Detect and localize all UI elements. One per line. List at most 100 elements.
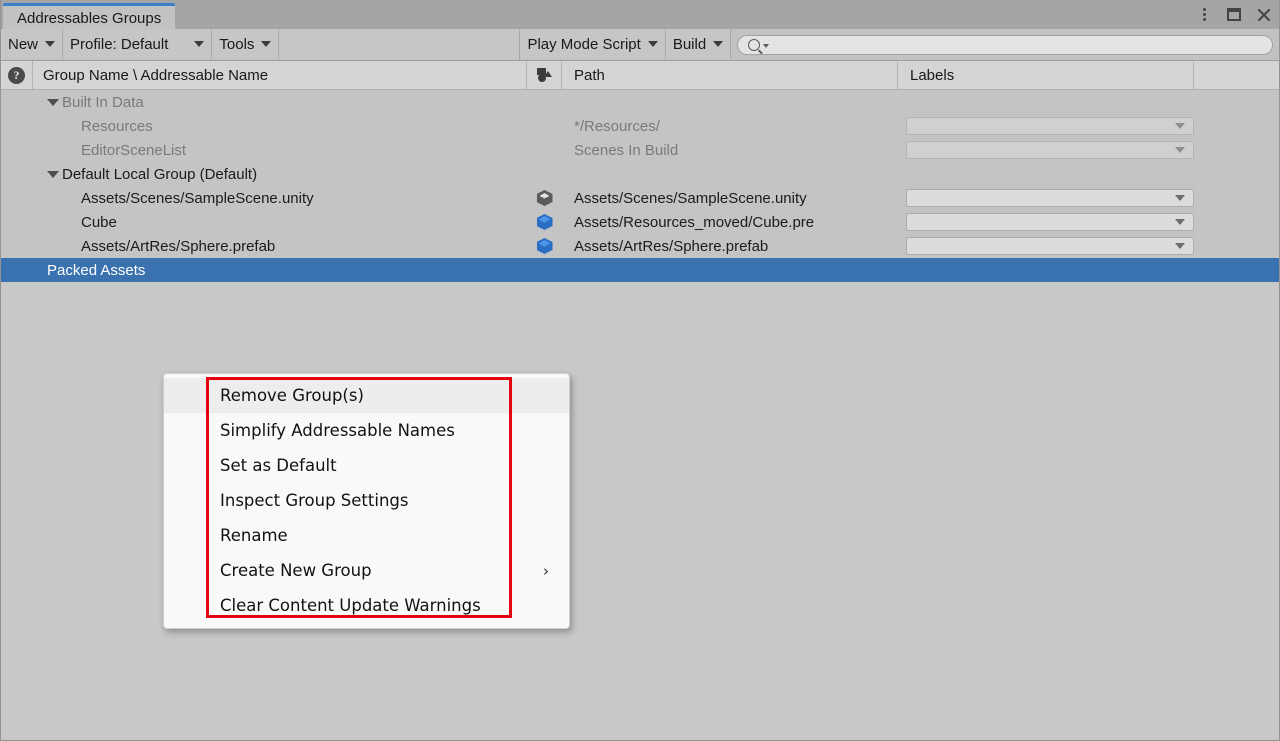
column-labels-label: Labels [910,66,955,84]
row-name: Cube [81,213,117,231]
context-menu-item-simplify-addressable-names[interactable]: Simplify Addressable Names [164,413,569,448]
chevron-down-icon [1175,123,1185,129]
chevron-down-icon [261,41,272,47]
table-row[interactable]: Built In Data [1,90,1279,114]
tools-dropdown-label: Tools [219,35,255,53]
row-name-cell: Resources [1,114,527,138]
column-header: ? Group Name \ Addressable Name Path Lab… [1,61,1279,90]
row-icon-cell [527,186,562,210]
row-icon-cell [527,114,562,138]
row-path-cell: */Resources/ [562,114,898,138]
row-path-cell: Assets/Resources_moved/Cube.pre [562,210,898,234]
labels-dropdown[interactable] [906,237,1194,255]
new-dropdown[interactable]: New [1,29,64,59]
row-path: Assets/ArtRes/Sphere.prefab [574,237,769,255]
row-icon-cell [527,90,562,114]
search-area [731,29,1279,60]
chevron-down-icon [1175,243,1185,249]
table-row[interactable]: Assets/ArtRes/Sphere.prefab Assets/ArtRe… [1,234,1279,258]
row-path: */Resources/ [574,117,660,135]
table-row[interactable]: Default Local Group (Default) [1,162,1279,186]
context-menu: Remove Group(s) Simplify Addressable Nam… [163,373,570,629]
chevron-down-icon [194,41,205,47]
row-name: Resources [81,117,153,135]
context-menu-item-set-as-default[interactable]: Set as Default [164,448,569,483]
expand-triangle-icon[interactable] [47,170,59,178]
play-mode-script-label: Play Mode Script [527,35,641,53]
context-menu-item-label: Create New Group [220,561,372,580]
context-menu-item-inspect-group-settings[interactable]: Inspect Group Settings [164,483,569,518]
addressables-groups-window: Addressables Groups New Profile: Default… [0,0,1280,741]
chevron-down-icon [647,41,658,47]
table-row[interactable]: EditorSceneList Scenes In Build [1,138,1279,162]
row-labels-cell [898,114,1194,138]
row-path-cell: Scenes In Build [562,138,898,162]
context-menu-item-remove-groups[interactable]: Remove Group(s) [164,378,569,413]
search-input[interactable] [737,34,1273,55]
chevron-down-icon [1175,219,1185,225]
tab-addressables-groups[interactable]: Addressables Groups [3,3,176,29]
row-name-cell: Built In Data [1,90,527,114]
bundle-icon [536,68,552,82]
row-path-cell: Assets/Scenes/SampleScene.unity [562,186,898,210]
column-asset-icon[interactable] [527,61,562,89]
maximize-button[interactable] [1225,5,1243,25]
labels-dropdown[interactable] [906,141,1194,159]
help-button[interactable]: ? [1,61,33,89]
labels-dropdown[interactable] [906,213,1194,231]
play-mode-script-dropdown[interactable]: Play Mode Script [520,29,666,59]
row-name: Assets/ArtRes/Sphere.prefab [81,237,276,255]
row-labels-cell [898,234,1194,258]
window-tabstrip: Addressables Groups [1,0,1279,29]
column-path[interactable]: Path [562,61,898,89]
row-name: Built In Data [62,93,144,111]
row-name-cell: EditorSceneList [1,138,527,162]
tree-view: Built In Data Resources */Resources/ Edi… [1,90,1279,722]
context-menu-item-create-new-group[interactable]: Create New Group › [164,553,569,588]
context-menu-item-rename[interactable]: Rename [164,518,569,553]
close-button[interactable] [1255,5,1273,25]
context-menu-item-label: Set as Default [220,456,337,475]
table-row-selected[interactable]: Packed Assets [1,258,1279,282]
row-labels-cell [898,162,1194,186]
column-path-label: Path [574,66,605,84]
tab-label: Addressables Groups [17,10,162,27]
column-group-name[interactable]: Group Name \ Addressable Name [33,61,527,89]
prefab-icon [536,238,553,254]
context-menu-item-label: Remove Group(s) [220,386,364,405]
row-name: Packed Assets [47,261,146,279]
tools-dropdown[interactable]: Tools [212,29,280,59]
row-icon-cell [527,210,562,234]
table-row[interactable]: Resources */Resources/ [1,114,1279,138]
context-menu-item-label: Inspect Group Settings [220,491,409,510]
row-path: Scenes In Build [574,141,679,159]
kebab-menu-button[interactable] [1195,5,1213,25]
row-path-cell [562,90,898,114]
row-labels-cell [898,210,1194,234]
chevron-down-icon [713,41,724,47]
labels-dropdown[interactable] [906,189,1194,207]
labels-dropdown[interactable] [906,117,1194,135]
row-name-cell: Packed Assets [1,258,527,282]
titlebar-buttons [1195,0,1273,29]
column-group-name-label: Group Name \ Addressable Name [43,66,269,84]
search-icon [748,38,761,51]
chevron-down-icon [763,44,770,48]
profile-dropdown[interactable]: Profile: Default [63,29,213,59]
table-row[interactable]: Assets/Scenes/SampleScene.unity Assets/S… [1,186,1279,210]
context-menu-item-clear-content-update-warnings[interactable]: Clear Content Update Warnings [164,588,569,623]
table-row[interactable]: Cube Assets/Resources_moved/Cube.pre [1,210,1279,234]
close-icon [1256,7,1272,23]
row-labels-cell [898,186,1194,210]
chevron-right-icon: › [543,561,549,580]
row-name: EditorSceneList [81,141,187,159]
context-menu-item-label: Rename [220,526,288,545]
kebab-menu-icon [1202,8,1206,21]
prefab-icon [536,214,553,230]
column-labels[interactable]: Labels [898,61,1194,89]
build-dropdown[interactable]: Build [665,29,732,59]
chevron-down-icon [45,41,56,47]
toolbar-spacer [279,29,521,60]
row-path-cell [562,162,898,186]
expand-triangle-icon[interactable] [47,98,59,106]
